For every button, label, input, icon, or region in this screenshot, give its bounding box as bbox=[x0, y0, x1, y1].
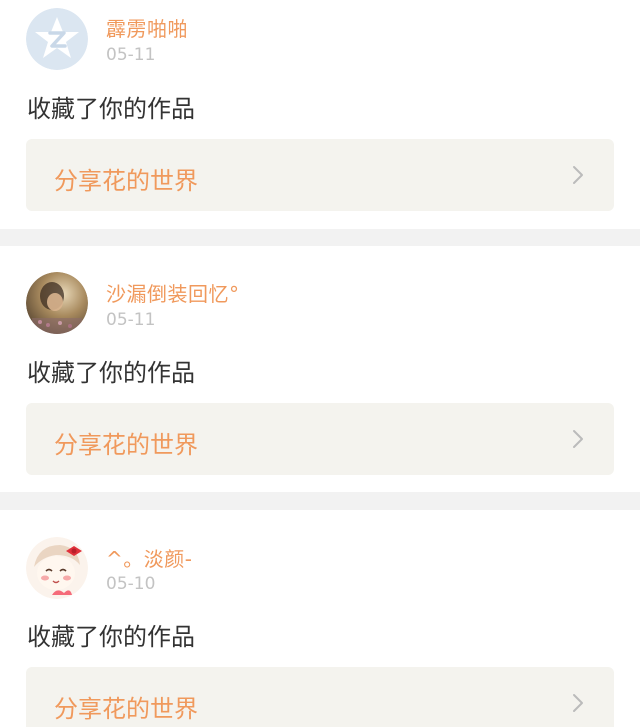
avatar[interactable] bbox=[26, 272, 88, 334]
work-title: 分享花的世界 bbox=[54, 431, 198, 459]
photo-avatar-icon bbox=[26, 272, 88, 334]
work-link-card[interactable]: 分享花的世界 bbox=[26, 139, 614, 211]
divider bbox=[0, 229, 640, 247]
chevron-right-icon bbox=[573, 694, 583, 712]
post-date: 05-10 bbox=[106, 574, 156, 594]
feed-item: 霹雳啪啪 05-11 收藏了你的作品 分享花的世界 bbox=[0, 0, 640, 229]
feed-item: ^。淡颜- 05-10 收藏了你的作品 分享花的世界 bbox=[0, 510, 640, 727]
user-name[interactable]: 沙漏倒装回忆° bbox=[106, 278, 240, 307]
cartoon-girl-avatar-icon bbox=[26, 537, 88, 599]
chevron-right-icon bbox=[573, 166, 583, 184]
user-name[interactable]: 霹雳啪啪 bbox=[106, 13, 188, 42]
divider bbox=[0, 492, 640, 510]
default-star-avatar-icon bbox=[26, 8, 88, 70]
chevron-right-icon bbox=[573, 430, 583, 448]
action-text: 收藏了你的作品 bbox=[27, 359, 195, 387]
work-title: 分享花的世界 bbox=[54, 167, 198, 195]
avatar[interactable] bbox=[26, 537, 88, 599]
feed-item: 沙漏倒装回忆° 05-11 收藏了你的作品 分享花的世界 bbox=[0, 246, 640, 492]
post-date: 05-11 bbox=[106, 310, 156, 330]
work-link-card[interactable]: 分享花的世界 bbox=[26, 667, 614, 727]
user-name[interactable]: ^。淡颜- bbox=[106, 543, 192, 572]
notification-feed: 霹雳啪啪 05-11 收藏了你的作品 分享花的世界 沙漏倒装回忆° 05-11 … bbox=[0, 0, 640, 727]
work-link-card[interactable]: 分享花的世界 bbox=[26, 403, 614, 475]
action-text: 收藏了你的作品 bbox=[27, 95, 195, 123]
avatar[interactable] bbox=[26, 8, 88, 70]
post-date: 05-11 bbox=[106, 45, 156, 65]
work-title: 分享花的世界 bbox=[54, 695, 198, 723]
action-text: 收藏了你的作品 bbox=[27, 623, 195, 651]
